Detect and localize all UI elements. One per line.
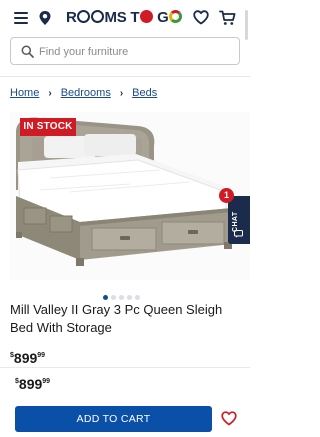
logo-o-icon bbox=[91, 10, 105, 23]
chat-notification-badge: 1 bbox=[219, 188, 234, 203]
logo-text-r: R bbox=[66, 9, 77, 26]
price-cents: 99 bbox=[42, 378, 51, 385]
sticky-bar-price: $89999 bbox=[15, 376, 50, 392]
add-to-cart-button[interactable]: ADD TO CART bbox=[15, 406, 212, 432]
wishlist-heart-icon[interactable] bbox=[221, 411, 237, 426]
sleigh-bed-illustration bbox=[10, 112, 250, 280]
in-stock-badge: IN STOCK bbox=[20, 118, 76, 136]
price-dollars: 899 bbox=[13, 350, 38, 366]
carousel-dot[interactable] bbox=[127, 295, 132, 300]
price-dollars: 899 bbox=[18, 376, 43, 392]
site-header: R MS T G bbox=[0, 0, 250, 36]
breadcrumb-bedrooms[interactable]: Bedrooms bbox=[61, 87, 111, 99]
product-price: $89999 bbox=[10, 350, 45, 366]
logo-text-ms: MS bbox=[104, 9, 127, 26]
breadcrumb: Home › Bedrooms › Beds bbox=[10, 87, 157, 101]
cart-icon[interactable] bbox=[219, 10, 236, 26]
chevron-right-icon: › bbox=[119, 88, 124, 99]
price-cents: 99 bbox=[37, 352, 46, 359]
sticky-bar-divider bbox=[0, 367, 250, 368]
chevron-right-icon: › bbox=[48, 88, 52, 99]
page-scrollbar[interactable] bbox=[245, 10, 248, 40]
logo-text-g: G bbox=[157, 9, 169, 26]
breadcrumb-beds[interactable]: Beds bbox=[132, 87, 157, 99]
logo-color-o-icon bbox=[168, 10, 182, 23]
product-image[interactable] bbox=[10, 112, 250, 280]
menu-icon[interactable] bbox=[14, 12, 28, 24]
chat-label: CHAT bbox=[232, 211, 239, 232]
divider bbox=[0, 76, 250, 77]
product-title: Mill Valley II Gray 3 Pc Queen Sleigh Be… bbox=[10, 302, 223, 335]
location-pin-icon[interactable] bbox=[38, 10, 52, 26]
search-icon bbox=[21, 45, 34, 58]
carousel-dot[interactable] bbox=[111, 295, 116, 300]
carousel-dot[interactable] bbox=[103, 295, 108, 300]
carousel-dot[interactable] bbox=[119, 295, 124, 300]
chat-bubble-icon bbox=[234, 230, 243, 238]
search-bar[interactable] bbox=[10, 37, 240, 65]
carousel-dot[interactable] bbox=[135, 295, 140, 300]
heart-icon[interactable] bbox=[193, 10, 209, 25]
breadcrumb-home[interactable]: Home bbox=[10, 87, 39, 99]
site-logo[interactable]: R MS T G bbox=[66, 9, 182, 27]
image-carousel-dots bbox=[103, 287, 143, 300]
chat-button[interactable]: CHAT bbox=[228, 196, 250, 244]
logo-o-icon bbox=[77, 10, 91, 23]
logo-red-o-icon bbox=[139, 10, 153, 23]
logo-text-t: T bbox=[130, 9, 140, 26]
search-input[interactable] bbox=[39, 43, 229, 61]
